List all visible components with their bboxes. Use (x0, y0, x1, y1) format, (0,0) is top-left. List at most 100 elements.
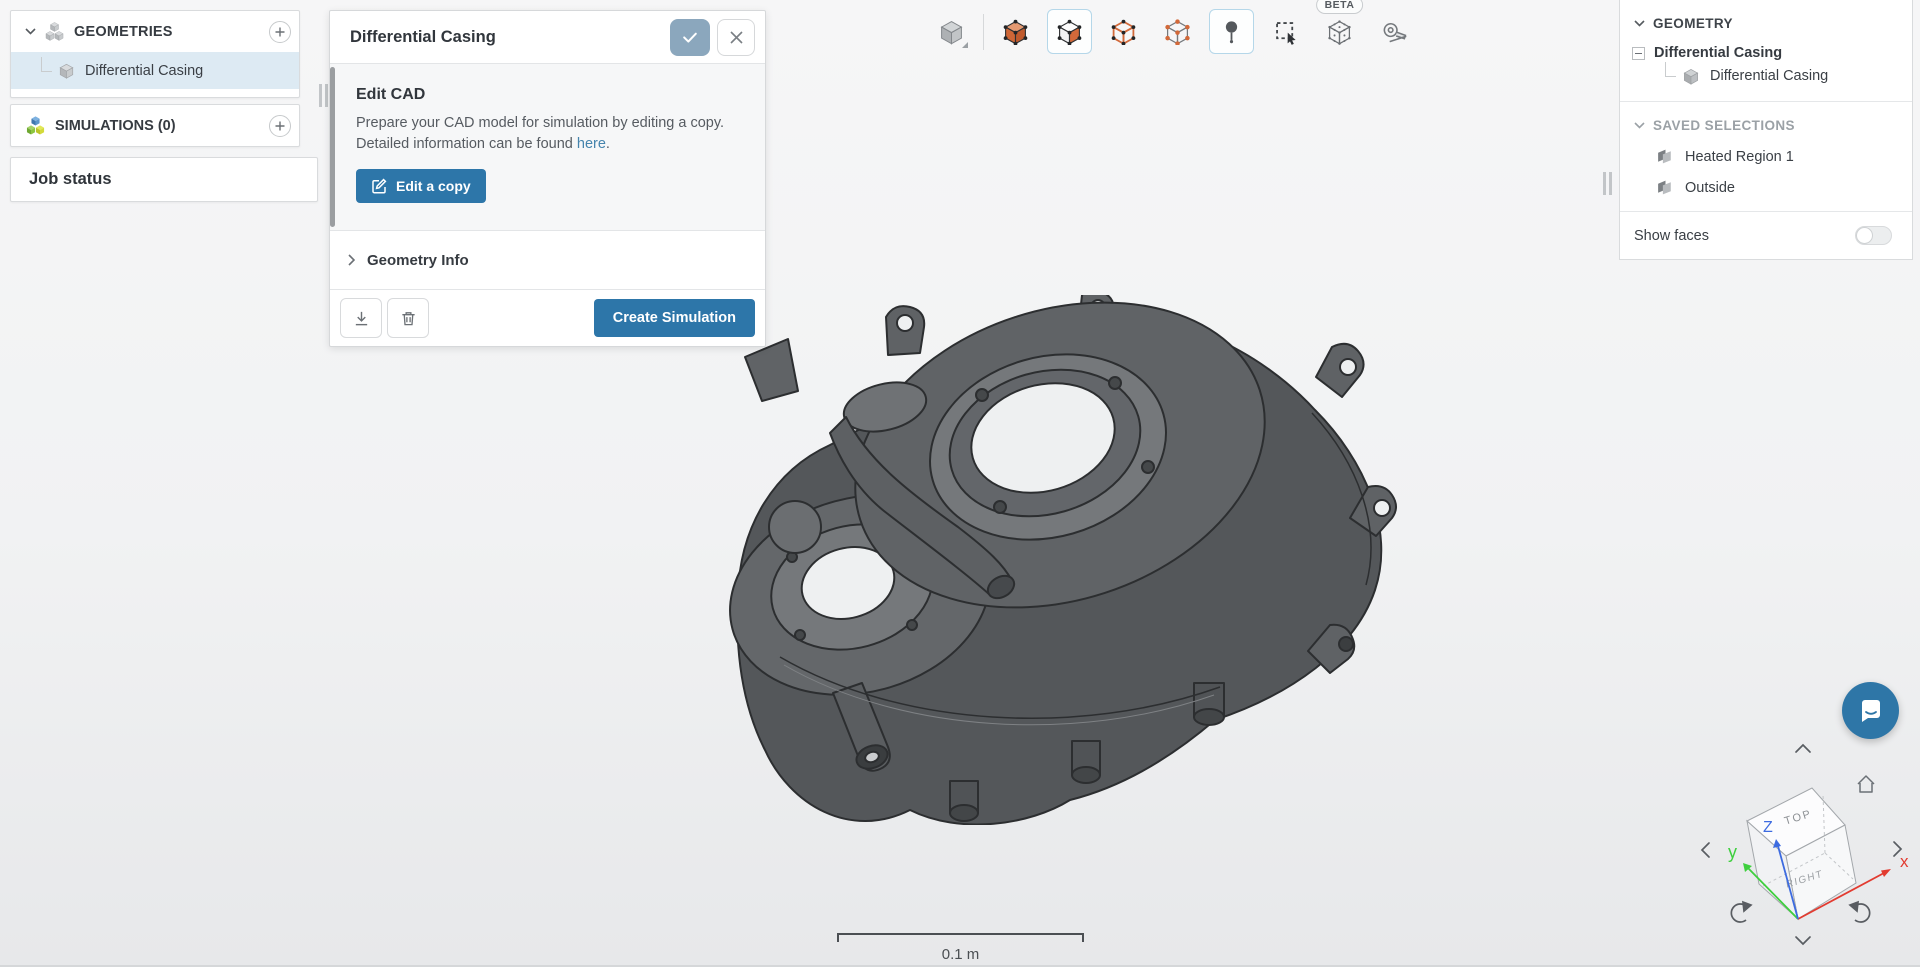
select-vertex-cube-icon (1164, 18, 1191, 45)
show-faces-label: Show faces (1634, 228, 1855, 244)
toggle-knob (1856, 227, 1873, 244)
download-geometry-button[interactable] (340, 298, 382, 338)
faces-selection-icon (1656, 147, 1675, 166)
display-mode-cube-icon (938, 18, 965, 45)
rotate-up-chevron (1796, 745, 1810, 752)
geometry-cube-icon (1682, 67, 1700, 85)
create-simulation-label: Create Simulation (613, 310, 736, 326)
viewport-toolbar: BETA (929, 9, 1416, 54)
select-edge-button[interactable] (1101, 9, 1146, 54)
dialog-title: Differential Casing (350, 28, 670, 47)
show-faces-row: Show faces (1620, 212, 1912, 259)
card-padding (11, 89, 299, 97)
geometry-cube-icon (58, 62, 75, 79)
measure-button[interactable] (1371, 9, 1416, 54)
edit-cad-section: Edit CAD Prepare your CAD model for simu… (330, 63, 765, 231)
tree-connector (41, 57, 52, 72)
left-sidebar: GEOMETRIES Differential Casing SIMULAT (10, 10, 300, 202)
dialog-header: Differential Casing (330, 11, 765, 63)
cad-mode-mesh-cube-icon (1326, 18, 1353, 45)
saved-selection-heated-region[interactable]: Heated Region 1 (1620, 141, 1912, 172)
sidebar-item-differential-casing[interactable]: Differential Casing (11, 52, 299, 89)
add-geometry-button[interactable] (269, 21, 291, 43)
axis-y-label: y (1728, 842, 1737, 862)
create-simulation-button[interactable]: Create Simulation (594, 299, 755, 337)
cad-mode-button[interactable]: BETA (1317, 9, 1362, 54)
edit-pencil-icon (371, 178, 387, 194)
select-face-button[interactable] (1047, 9, 1092, 54)
chat-bubble-icon (1857, 697, 1885, 725)
scale-bar (837, 933, 1084, 942)
edit-cad-heading: Edit CAD (356, 86, 741, 104)
check-icon (680, 27, 700, 47)
geometries-header-label: GEOMETRIES (74, 24, 269, 40)
geometry-tree-panel: GEOMETRY Differential Casing Differentia… (1619, 0, 1913, 260)
delete-geometry-button[interactable] (387, 298, 429, 338)
docs-link[interactable]: here (577, 136, 606, 152)
navigation-cube-widget[interactable]: TOP RIGHT x y Z (1688, 736, 1913, 951)
geometry-header-label: GEOMETRY (1653, 16, 1733, 31)
simulations-header-label: SIMULATIONS (0) (55, 118, 269, 134)
job-status-card[interactable]: Job status (10, 157, 318, 202)
geometry-info-toggle[interactable]: Geometry Info (330, 231, 765, 289)
dialog-scrollbar[interactable] (330, 67, 335, 227)
support-chat-button[interactable] (1842, 682, 1899, 739)
simulations-header-row[interactable]: SIMULATIONS (0) (11, 105, 299, 146)
edit-cad-description-text: Prepare your CAD model for simulation by… (356, 115, 724, 152)
scale-bar-label: 0.1 m (837, 946, 1084, 963)
saved-selections-header-row[interactable]: SAVED SELECTIONS (1620, 102, 1912, 141)
close-button[interactable] (717, 19, 755, 56)
edit-cad-description: Prepare your CAD model for simulation by… (356, 113, 748, 154)
geometries-card: GEOMETRIES Differential Casing (10, 10, 300, 98)
right-panel-resize-handle[interactable] (1603, 172, 1612, 195)
select-volume-button[interactable] (993, 9, 1038, 54)
tree-connector (1665, 62, 1676, 77)
toolbar-separator (983, 14, 984, 50)
sidebar-item-label: Differential Casing (85, 63, 203, 79)
dropdown-corner-icon (962, 42, 968, 48)
rotate-left-chevron (1702, 843, 1709, 857)
saved-selection-label: Outside (1685, 180, 1735, 196)
saved-selection-label: Heated Region 1 (1685, 149, 1794, 165)
axis-x-label: x (1900, 852, 1909, 871)
download-icon (353, 310, 370, 327)
geometry-root-row[interactable]: Differential Casing (1620, 39, 1912, 63)
probe-point-button[interactable] (1209, 9, 1254, 54)
geometry-child-row[interactable]: Differential Casing (1620, 63, 1912, 93)
geometries-header-row[interactable]: GEOMETRIES (11, 11, 299, 52)
chevron-down-icon[interactable] (1634, 20, 1645, 27)
add-simulation-button[interactable] (269, 115, 291, 137)
edit-a-copy-label: Edit a copy (396, 178, 471, 194)
edit-cad-description-suffix: . (606, 136, 610, 152)
box-select-button[interactable] (1263, 9, 1308, 54)
geometry-header-row[interactable]: GEOMETRY (1620, 0, 1912, 39)
view-cube (1747, 788, 1856, 919)
geometry-info-label: Geometry Info (367, 252, 469, 269)
chevron-down-icon[interactable] (1634, 122, 1645, 129)
select-face-cube-icon (1056, 18, 1083, 45)
measure-tape-icon (1380, 18, 1407, 45)
home-view-icon (1858, 776, 1874, 792)
simulations-cubes-icon (25, 115, 46, 136)
select-volume-cube-icon (1002, 18, 1029, 45)
saved-selection-outside[interactable]: Outside (1620, 172, 1912, 203)
chevron-down-icon[interactable] (25, 28, 36, 35)
collapse-box-icon[interactable] (1632, 47, 1645, 60)
left-panel-resize-handle[interactable] (319, 84, 328, 107)
saved-selections-header-label: SAVED SELECTIONS (1653, 118, 1795, 133)
trash-icon (400, 310, 417, 327)
geometry-child-label: Differential Casing (1710, 68, 1828, 84)
geometry-detail-panel: Differential Casing Edit CAD Prepare you… (329, 10, 766, 347)
edit-a-copy-button[interactable]: Edit a copy (356, 169, 486, 203)
show-faces-toggle[interactable] (1855, 226, 1892, 245)
job-status-label: Job status (29, 170, 112, 189)
rotate-down-chevron (1796, 937, 1810, 944)
confirm-button[interactable] (670, 19, 710, 56)
viewport-3d-model[interactable] (700, 295, 1400, 825)
dialog-footer: Create Simulation (330, 289, 765, 346)
box-select-icon (1272, 18, 1299, 45)
display-mode-button[interactable] (929, 9, 974, 54)
beta-badge: BETA (1316, 0, 1364, 14)
select-vertex-button[interactable] (1155, 9, 1200, 54)
faces-selection-icon (1656, 178, 1675, 197)
